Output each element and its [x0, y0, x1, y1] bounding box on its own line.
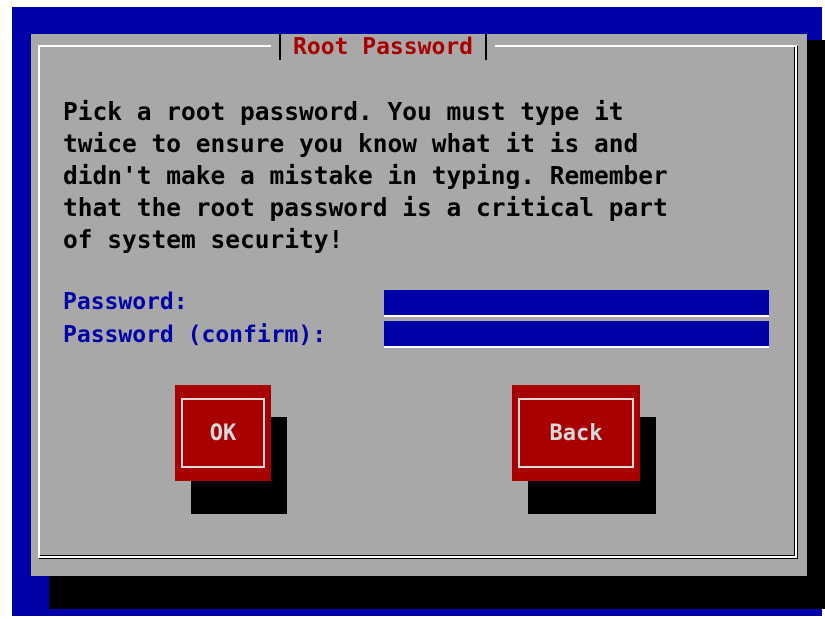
ok-button-label: OK: [181, 398, 265, 468]
password-input[interactable]: [384, 290, 769, 317]
dialog-title: Root Password: [293, 34, 474, 60]
title-right-bracket: [485, 34, 488, 60]
dialog-message: Pick a root password. You must type it t…: [63, 97, 668, 254]
back-button[interactable]: Back: [512, 385, 640, 481]
root-password-dialog: Root Password Pick a root password. You …: [31, 34, 807, 576]
password-label: Password:: [63, 289, 188, 315]
dialog-title-bar: Root Password: [271, 34, 496, 60]
ok-button[interactable]: OK: [175, 385, 271, 481]
password-confirm-label: Password (confirm):: [63, 322, 327, 348]
password-confirm-input[interactable]: [384, 321, 769, 348]
back-button-label: Back: [518, 398, 634, 468]
